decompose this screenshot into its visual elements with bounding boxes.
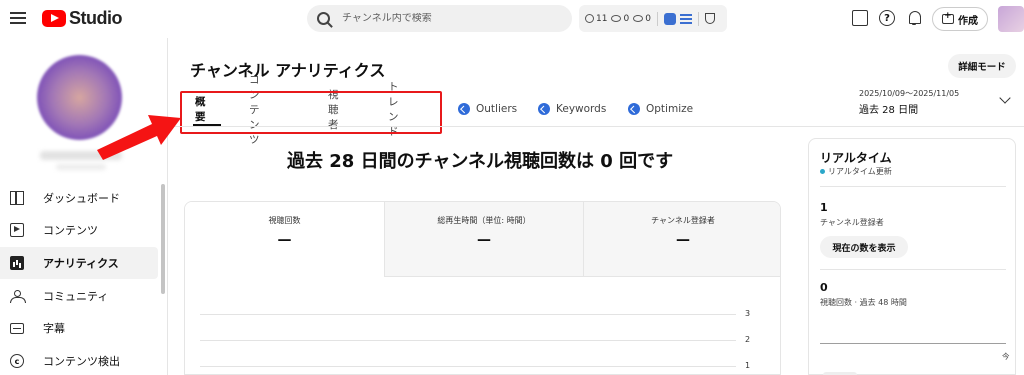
tabs-divider — [168, 126, 1024, 127]
realtime-status: リアルタイム更新 — [820, 166, 892, 177]
notifications-bell-icon[interactable] — [906, 10, 922, 26]
chart-gridline — [200, 340, 736, 341]
realtime-views-label: 視聴回数 · 過去 48 時間 — [820, 298, 907, 307]
extension-badge-icon — [628, 103, 640, 115]
divider — [820, 186, 1006, 187]
search-icon[interactable] — [317, 12, 330, 25]
tabs-highlight-annotation — [180, 91, 442, 134]
analytics-icon — [10, 256, 24, 270]
menu-icon[interactable] — [10, 10, 26, 26]
tab-outliers[interactable]: Outliers — [458, 92, 517, 126]
search-input[interactable] — [342, 13, 542, 24]
sidebar-item-subtitles[interactable]: 字幕 — [0, 312, 158, 344]
detail-mode-button[interactable]: 詳細モード — [948, 54, 1016, 78]
studio-logo[interactable]: Studio — [42, 8, 123, 29]
sidebar-divider — [167, 38, 168, 375]
content-icon — [10, 223, 24, 237]
date-range-text[interactable]: 2025/10/09～2025/11/05 — [859, 88, 959, 99]
header-stats-widget[interactable]: 11 0 0 — [579, 5, 727, 32]
annotation-arrow — [97, 115, 181, 160]
copyright-icon: c — [10, 354, 24, 368]
top-bar: Studio 11 0 0 ? 作成 — [0, 0, 1024, 38]
channel-subtitle-redacted — [56, 164, 106, 170]
stat-count-b: 0 — [623, 13, 630, 24]
realtime-subscribers-value: 1 — [820, 201, 828, 214]
search-bar[interactable] — [307, 5, 572, 32]
divider — [656, 11, 658, 26]
feedback-icon[interactable] — [852, 10, 868, 26]
sidebar-item-label: 字幕 — [43, 322, 65, 335]
sidebar-item-label: コンテンツ検出 — [43, 355, 120, 368]
sidebar-item-label: アナリティクス — [43, 257, 119, 270]
metric-value: — — [277, 232, 292, 248]
realtime-title: リアルタイム — [820, 151, 892, 165]
sidebar: ダッシュボード コンテンツ アナリティクス コミュニティ 字幕 c コンテンツ検… — [0, 38, 167, 375]
sidebar-item-label: コミュニティ — [43, 290, 109, 303]
create-button[interactable]: 作成 — [932, 7, 988, 31]
tab-label: Optimize — [646, 103, 694, 115]
chart-gridline — [200, 314, 736, 315]
summary-headline: 過去 28 日間のチャンネル視聴回数は 0 回です — [287, 151, 674, 172]
show-current-count-button[interactable]: 現在の数を表示 — [820, 236, 908, 258]
logo-text: Studio — [69, 8, 123, 28]
sidebar-item-copyright[interactable]: c コンテンツ検出 — [0, 345, 158, 375]
realtime-subtitle: リアルタイム更新 — [828, 167, 892, 176]
metric-label: 視聴回数 — [268, 216, 301, 225]
tab-keywords[interactable]: Keywords — [538, 92, 606, 126]
live-dot-icon — [820, 169, 825, 174]
metric-label: 総再生時間（単位: 時間） — [437, 216, 531, 225]
date-range-label[interactable]: 過去 28 日間 — [859, 101, 918, 116]
chart-tick-label: 1 — [745, 361, 751, 370]
trophy-icon[interactable] — [704, 13, 715, 24]
arrow-shape — [97, 115, 181, 160]
sidebar-item-content[interactable]: コンテンツ — [0, 214, 158, 246]
stat-count-c: 0 — [645, 13, 651, 24]
youtube-logo-icon — [42, 10, 66, 27]
page-title: チャンネル アナリティクス — [190, 61, 386, 80]
subtitles-icon — [10, 322, 24, 334]
sidebar-item-analytics[interactable]: アナリティクス — [0, 247, 158, 279]
metric-label: チャンネル登録者 — [651, 216, 715, 225]
metric-value: — — [477, 232, 491, 248]
eye-outline-icon — [633, 15, 644, 22]
help-icon[interactable]: ? — [879, 10, 895, 26]
clock-icon — [585, 14, 594, 23]
dashboard-icon — [10, 191, 24, 205]
metric-watch-time[interactable]: 総再生時間（単位: 時間） — — [384, 202, 583, 276]
stat-count-a: 11 — [596, 13, 608, 24]
chevron-down-icon[interactable] — [999, 92, 1011, 104]
metric-value: — — [676, 232, 690, 248]
chart-gridline — [200, 366, 736, 367]
create-label: 作成 — [958, 15, 978, 27]
tab-label: Keywords — [556, 103, 607, 115]
realtime-views-value: 0 — [820, 281, 828, 294]
divider — [820, 269, 1006, 270]
metrics-card: 視聴回数 — 総再生時間（単位: 時間） — チャンネル登録者 — — [184, 201, 781, 375]
create-video-icon — [942, 11, 954, 24]
sidebar-scrollbar[interactable] — [161, 184, 165, 294]
account-avatar[interactable] — [998, 6, 1024, 32]
divider — [697, 11, 699, 26]
realtime-chart-baseline — [820, 343, 1006, 344]
extension-badge-icon — [458, 103, 470, 115]
realtime-subscribers-label: チャンネル登録者 — [820, 218, 884, 227]
metric-views[interactable]: 視聴回数 — — [185, 202, 384, 276]
chart-tick-label: 2 — [745, 335, 751, 344]
sidebar-item-label: コンテンツ — [43, 224, 98, 237]
list-icon[interactable] — [679, 13, 692, 24]
realtime-now-label: 今 — [1002, 352, 1010, 361]
divider — [384, 276, 780, 277]
sidebar-item-label: ダッシュボード — [43, 192, 120, 205]
tab-optimize[interactable]: Optimize — [628, 92, 693, 126]
extension-badge-icon — [538, 103, 550, 115]
extension-icon[interactable] — [663, 12, 676, 25]
eye-icon — [611, 15, 622, 22]
chart-tick-label: 3 — [745, 309, 751, 318]
sidebar-item-community[interactable]: コミュニティ — [0, 280, 158, 312]
community-icon — [10, 289, 26, 303]
sidebar-item-dashboard[interactable]: ダッシュボード — [0, 182, 158, 214]
metric-subscribers[interactable]: チャンネル登録者 — — [583, 202, 780, 276]
realtime-card: リアルタイム リアルタイム更新 1 チャンネル登録者 現在の数を表示 0 視聴回… — [808, 138, 1016, 375]
tab-label: Outliers — [476, 103, 518, 115]
